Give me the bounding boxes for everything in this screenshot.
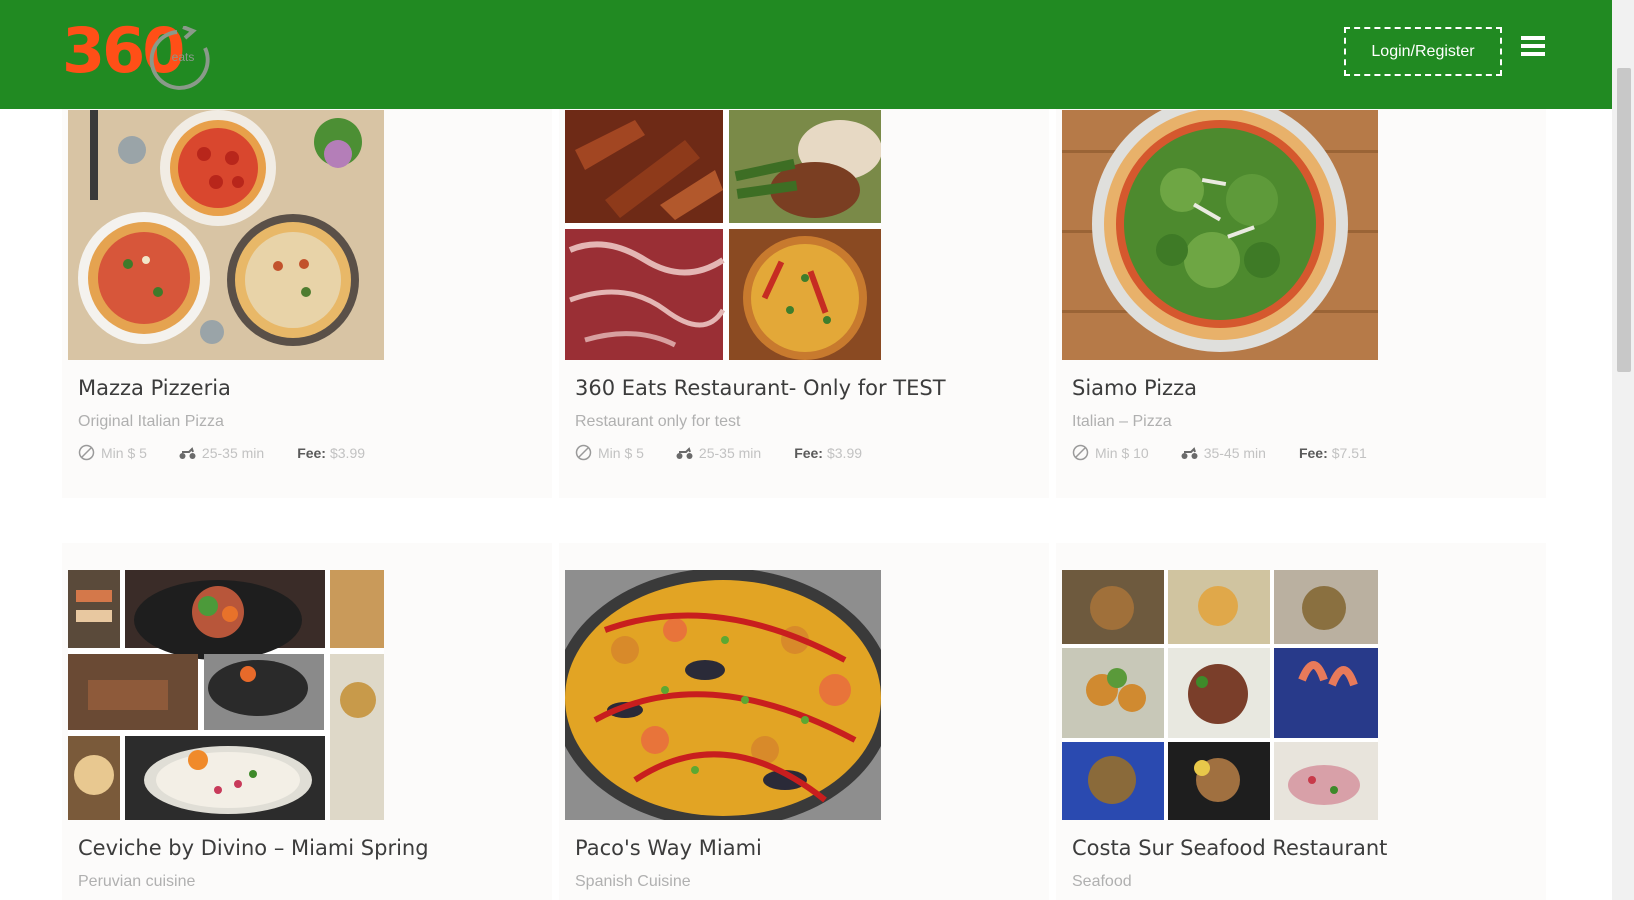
page: Mazza Pizzeria Original Italian Pizza Mi… xyxy=(0,0,1634,900)
restaurant-name[interactable]: Siamo Pizza xyxy=(1072,376,1197,400)
fee-label: Fee: xyxy=(297,444,326,461)
fee-value: $3.99 xyxy=(329,444,366,461)
scrollbar-thumb[interactable] xyxy=(1617,68,1631,372)
fee-value: $7.51 xyxy=(1331,444,1367,461)
restaurant-card-costa-sur-seafood[interactable]: Costa Sur Seafood Restaurant Seafood xyxy=(1056,543,1546,900)
hamburger-menu-icon[interactable] xyxy=(1521,36,1545,56)
restaurant-cuisine: Peruvian cuisine xyxy=(78,873,196,890)
scooter-icon xyxy=(179,447,196,459)
delivery-time: 25-35 min xyxy=(676,444,761,461)
delivery-time-value: 35-45 min xyxy=(1203,444,1266,461)
min-order: Min $ 5 xyxy=(78,444,147,461)
scooter-icon xyxy=(1181,447,1198,459)
restaurant-card-ceviche-by-divino[interactable]: Ceviche by Divino – Miami Spring Peruvia… xyxy=(62,543,552,900)
restaurant-image[interactable] xyxy=(565,110,881,360)
min-order-value: Min $ 5 xyxy=(101,444,147,461)
page-scrollbar[interactable] xyxy=(1612,0,1634,900)
fee-label: Fee: xyxy=(1298,444,1328,461)
logo-word: eats xyxy=(171,50,195,64)
min-order: Min $ 10 xyxy=(1072,444,1149,461)
delivery-time: 25-35 min xyxy=(179,444,264,461)
delivery-time: 35-45 min xyxy=(1181,444,1266,461)
restaurant-name[interactable]: 360 Eats Restaurant- Only for TEST xyxy=(575,376,946,400)
min-order-icon xyxy=(78,444,95,461)
min-order-value: Min $ 5 xyxy=(598,444,644,461)
delivery-fee: Fee: $7.51 xyxy=(1299,445,1367,461)
restaurant-image[interactable] xyxy=(1062,570,1378,820)
restaurant-name[interactable]: Mazza Pizzeria xyxy=(78,376,231,400)
login-register-button[interactable]: Login/Register xyxy=(1344,27,1502,76)
logo[interactable]: 360 eats xyxy=(62,20,222,92)
min-order-icon xyxy=(1072,444,1089,461)
restaurant-grid: Mazza Pizzeria Original Italian Pizza Mi… xyxy=(0,0,1612,900)
delivery-fee: Fee: $3.99 xyxy=(794,445,862,461)
min-order-value: Min $ 10 xyxy=(1095,444,1149,461)
min-order-icon xyxy=(575,444,592,461)
restaurant-name[interactable]: Ceviche by Divino – Miami Spring xyxy=(78,836,429,860)
delivery-fee: Fee: $3.99 xyxy=(297,445,365,461)
restaurant-cuisine: Original Italian Pizza xyxy=(78,413,224,430)
restaurant-image[interactable] xyxy=(565,570,881,820)
delivery-time-value: 25-35 min xyxy=(201,444,265,461)
fee-value: $3.99 xyxy=(826,444,863,461)
restaurant-card-pacos-way-miami[interactable]: Paco's Way Miami Spanish Cuisine xyxy=(559,543,1049,900)
restaurant-image[interactable] xyxy=(68,570,384,820)
restaurant-cuisine: Restaurant only for test xyxy=(575,413,741,430)
delivery-time-value: 25-35 min xyxy=(698,444,762,461)
restaurant-name[interactable]: Paco's Way Miami xyxy=(575,836,762,860)
restaurant-image[interactable] xyxy=(68,110,384,360)
min-order: Min $ 5 xyxy=(575,444,644,461)
restaurant-meta: Min $ 5 25-35 min Fee: $3.99 xyxy=(78,444,365,461)
fee-label: Fee: xyxy=(794,444,823,461)
restaurant-cuisine: Italian – Pizza xyxy=(1072,413,1172,430)
restaurant-cuisine: Spanish Cuisine xyxy=(575,873,691,890)
restaurant-image[interactable] xyxy=(1062,110,1378,360)
restaurant-name[interactable]: Costa Sur Seafood Restaurant xyxy=(1072,836,1387,860)
restaurant-meta: Min $ 10 35-45 min Fee: $7.51 xyxy=(1072,444,1367,461)
site-header: 360 eats Login/Register xyxy=(0,0,1612,109)
restaurant-meta: Min $ 5 25-35 min Fee: $3.99 xyxy=(575,444,862,461)
scooter-icon xyxy=(676,447,693,459)
restaurant-cuisine: Seafood xyxy=(1072,873,1132,890)
